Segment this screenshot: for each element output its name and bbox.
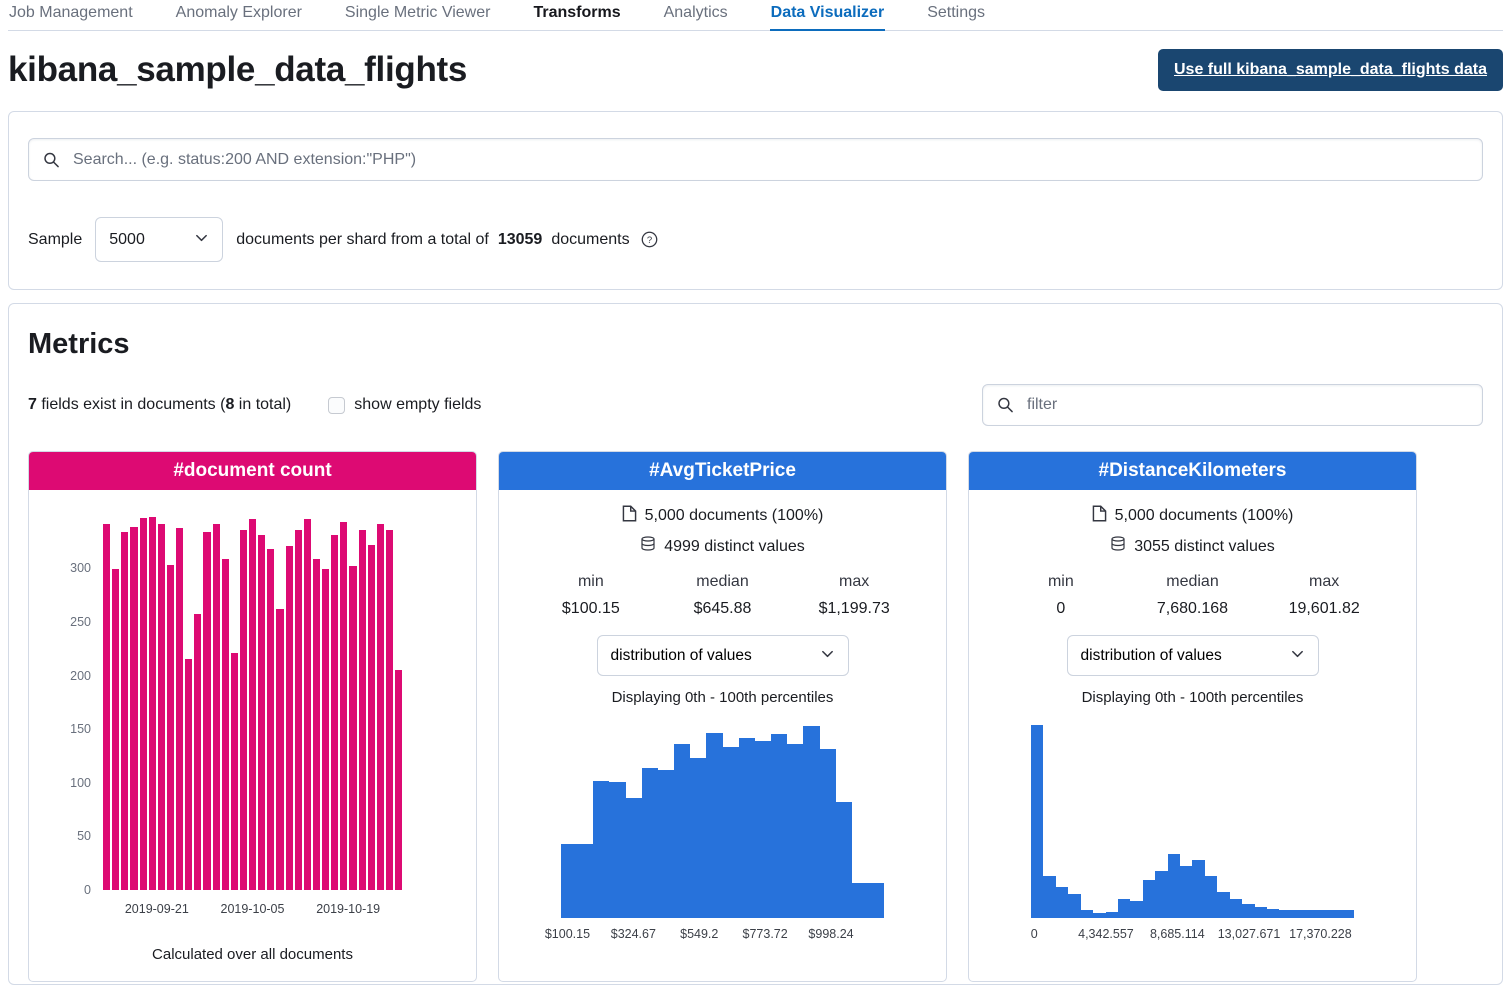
search-panel: Sample 5000 documents per shard from a t… (8, 111, 1503, 290)
distance-kilometers-histogram (1031, 718, 1354, 918)
documents-stat-text: 5,000 documents (100%) (1115, 507, 1294, 525)
x-axis-labels: 2019-09-212019-10-052019-10-19 (103, 894, 402, 924)
show-empty-fields-toggle[interactable]: show empty fields (328, 396, 481, 414)
chevron-down-icon (820, 646, 835, 666)
fields-summary: 7 fields exist in documents (8 in total) (28, 396, 291, 414)
sample-text: documents per shard from a total of (236, 231, 489, 249)
metrics-section-title: Metrics (28, 328, 1483, 361)
document-icon (622, 505, 637, 527)
min-label: min (995, 573, 1127, 591)
distinct-values-stat: 3055 distinct values (969, 536, 1416, 557)
min-median-max: min $100.15 median $645.88 max $1,199.73 (525, 573, 920, 618)
chart-caption: Calculated over all documents (29, 938, 476, 981)
filter-input[interactable] (982, 384, 1483, 426)
chevron-down-icon (1290, 646, 1305, 666)
search-input[interactable] (28, 138, 1483, 181)
card-title-document-count: #document count (29, 452, 476, 490)
metric-card-distance-kilometers: #DistanceKilometers 5,000 documents (100… (968, 451, 1417, 982)
metric-card-avg-ticket-price: #AvgTicketPrice 5,000 documents (100%) 4… (498, 451, 947, 982)
min-median-max: min 0 median 7,680.168 max 19,601.82 (995, 573, 1390, 618)
sample-size-row: Sample 5000 documents per shard from a t… (28, 217, 1483, 262)
card-title-avg-ticket-price: #AvgTicketPrice (499, 452, 946, 490)
card-title-distance-kilometers: #DistanceKilometers (969, 452, 1416, 490)
median-label: median (657, 573, 789, 591)
sample-size-value: 5000 (109, 231, 145, 249)
tab-anomaly-explorer[interactable]: Anomaly Explorer (175, 0, 303, 30)
filter-search-icon (997, 397, 1014, 414)
median-value: 7,680.168 (1127, 600, 1259, 618)
fields-total: 8 (225, 396, 234, 413)
show-empty-fields-label: show empty fields (354, 396, 481, 414)
max-value: $1,199.73 (788, 600, 920, 618)
fields-row: 7 fields exist in documents (8 in total)… (28, 384, 1483, 426)
documents-stat-text: 5,000 documents (100%) (645, 507, 824, 525)
max-value: 19,601.82 (1258, 600, 1390, 618)
data-visualizer-page: Job Management Anomaly Explorer Single M… (0, 0, 1511, 985)
tab-job-management[interactable]: Job Management (8, 0, 134, 30)
min-value: 0 (995, 600, 1127, 618)
page-title: kibana_sample_data_flights (8, 50, 467, 90)
median-value: $645.88 (657, 600, 789, 618)
fields-count: 7 (28, 396, 37, 413)
fields-text-end: in total) (234, 396, 291, 413)
documents-stat: 5,000 documents (100%) (969, 505, 1416, 527)
tab-analytics[interactable]: Analytics (663, 0, 729, 30)
min-value: $100.15 (525, 600, 657, 618)
y-axis-labels: 050100150200250300 (47, 504, 103, 890)
metric-card-document-count: #document count 050100150200250300 2019-… (28, 451, 477, 982)
distinct-values-stat: 4999 distinct values (499, 536, 946, 557)
tab-single-metric-viewer[interactable]: Single Metric Viewer (344, 0, 492, 30)
use-full-data-button[interactable]: Use full kibana_sample_data_flights data (1158, 49, 1503, 91)
distribution-select-value: distribution of values (611, 647, 752, 665)
tab-transforms[interactable]: Transforms (532, 0, 621, 30)
distinct-values-text: 4999 distinct values (664, 538, 805, 556)
avg-ticket-price-histogram (561, 718, 884, 918)
chevron-down-icon (194, 230, 209, 250)
sample-text-end: documents (551, 231, 629, 249)
tab-settings[interactable]: Settings (926, 0, 986, 30)
svg-text:?: ? (646, 235, 651, 246)
distribution-select[interactable]: distribution of values (1067, 635, 1319, 676)
distinct-values-text: 3055 distinct values (1134, 538, 1275, 556)
sample-label: Sample (28, 231, 82, 249)
percentiles-text: Displaying 0th - 100th percentiles (499, 689, 946, 706)
top-tabs: Job Management Anomaly Explorer Single M… (8, 0, 1503, 31)
percentiles-text: Displaying 0th - 100th percentiles (969, 689, 1416, 706)
min-label: min (525, 573, 657, 591)
metrics-panel: Metrics 7 fields exist in documents (8 i… (8, 303, 1503, 985)
database-icon (640, 536, 656, 557)
sample-size-select[interactable]: 5000 (95, 217, 223, 262)
x-axis-labels: 04,342.5578,685.11413,027.67117,370.228 (1031, 923, 1354, 947)
database-icon (1110, 536, 1126, 557)
total-documents-count: 13059 (498, 231, 543, 249)
tab-data-visualizer[interactable]: Data Visualizer (770, 0, 886, 30)
documents-stat: 5,000 documents (100%) (499, 505, 946, 527)
document-icon (1092, 505, 1107, 527)
distribution-select[interactable]: distribution of values (597, 635, 849, 676)
x-axis-labels: $100.15$324.67$549.2$773.72$998.24 (561, 923, 884, 947)
search-icon (43, 151, 60, 168)
document-count-bars (103, 504, 402, 890)
max-label: max (1258, 573, 1390, 591)
show-empty-fields-checkbox[interactable] (328, 397, 345, 414)
chart-plot-area: 2019-09-212019-10-052019-10-19 (103, 504, 402, 924)
fields-text: fields exist in documents ( (37, 396, 226, 413)
max-label: max (788, 573, 920, 591)
filter-field (982, 384, 1483, 426)
distribution-select-value: distribution of values (1081, 647, 1222, 665)
help-icon[interactable]: ? (641, 231, 658, 248)
document-count-chart: 050100150200250300 2019-09-212019-10-052… (29, 490, 476, 924)
median-label: median (1127, 573, 1259, 591)
metric-cards: #document count 050100150200250300 2019-… (28, 451, 1483, 982)
page-header: kibana_sample_data_flights Use full kiba… (8, 31, 1503, 111)
